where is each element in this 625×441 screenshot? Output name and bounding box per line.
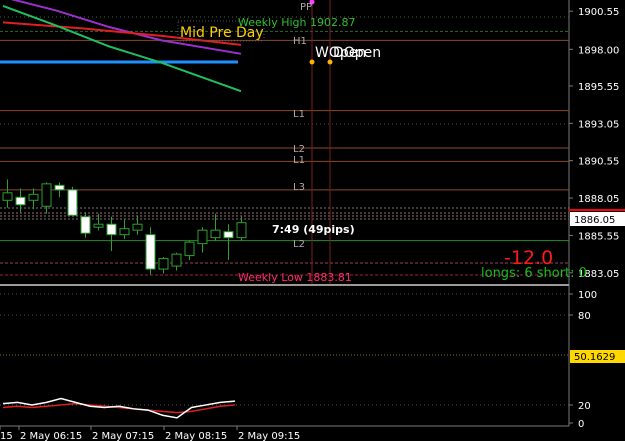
pp-label: PP [300, 2, 312, 13]
panel-separator [0, 284, 569, 286]
l1-label: L1 [293, 155, 305, 166]
weekly-low-label: Weekly Low 1883.81 [238, 271, 352, 284]
price-tick-label: 1885.55 [578, 231, 619, 242]
price-tick-label: 1900.55 [578, 7, 619, 18]
candle-body [119, 228, 130, 236]
candle-body [158, 258, 169, 270]
price-tick-label: 1888.05 [578, 194, 619, 205]
candle-body [41, 183, 52, 207]
candle-body [2, 192, 13, 201]
time-tick-label: 2 May 08:15 [165, 431, 227, 441]
stoch-tick-label: 0 [578, 419, 584, 430]
candle-body [184, 241, 195, 257]
candle-body [210, 229, 221, 239]
l1-upper-label: L1 [293, 109, 305, 120]
l2-label: L2 [293, 144, 305, 155]
price-tick-label: 1895.55 [578, 82, 619, 93]
candle-body [236, 222, 247, 239]
candle-body [223, 231, 234, 239]
l2-lower-label: L2 [293, 239, 305, 250]
stoch-tick-label: 20 [578, 401, 591, 412]
price-tick-label: 1898.00 [578, 45, 619, 56]
candle-body [171, 253, 182, 267]
time-tick-label: 2 May 09:15 [238, 431, 300, 441]
candle-body [197, 229, 208, 245]
h1-label: H1 [293, 36, 307, 47]
stoch-tick-label: 100 [578, 290, 597, 301]
candle-body [145, 234, 156, 270]
weekly-high-label: Weekly High 1902.87 [238, 16, 355, 29]
long-short-count: longs: 6 short: 0 [481, 266, 587, 281]
candle-body [28, 193, 39, 201]
price-tick-label: 1893.05 [578, 119, 619, 130]
candle-body [15, 196, 26, 206]
candle-body [54, 184, 65, 191]
price-tick-label: 1890.55 [578, 157, 619, 168]
candle-body [67, 189, 78, 216]
timer-label: 7:49 (49pips) [272, 223, 355, 236]
stoch-tick-label: 80 [578, 311, 591, 322]
candle-body [106, 223, 117, 236]
candle-body [80, 216, 91, 234]
time-tick-label: 2 May 07:15 [92, 431, 154, 441]
time-tick-label: 15 [0, 431, 13, 441]
dopen-label: DOpen [333, 45, 381, 61]
candle-body [132, 223, 143, 231]
trading-chart: 1900.55 1898.00 1895.55 1893.05 1890.55 1888.… [0, 0, 625, 441]
time-tick-label: 2 May 06:15 [20, 431, 82, 441]
wopen-marker [309, 59, 315, 65]
l3-label: L3 [293, 182, 305, 193]
stoch-value: 50.1629 [574, 352, 615, 363]
current-price-value: 1886.05 [574, 215, 615, 226]
candle-body [93, 223, 104, 228]
